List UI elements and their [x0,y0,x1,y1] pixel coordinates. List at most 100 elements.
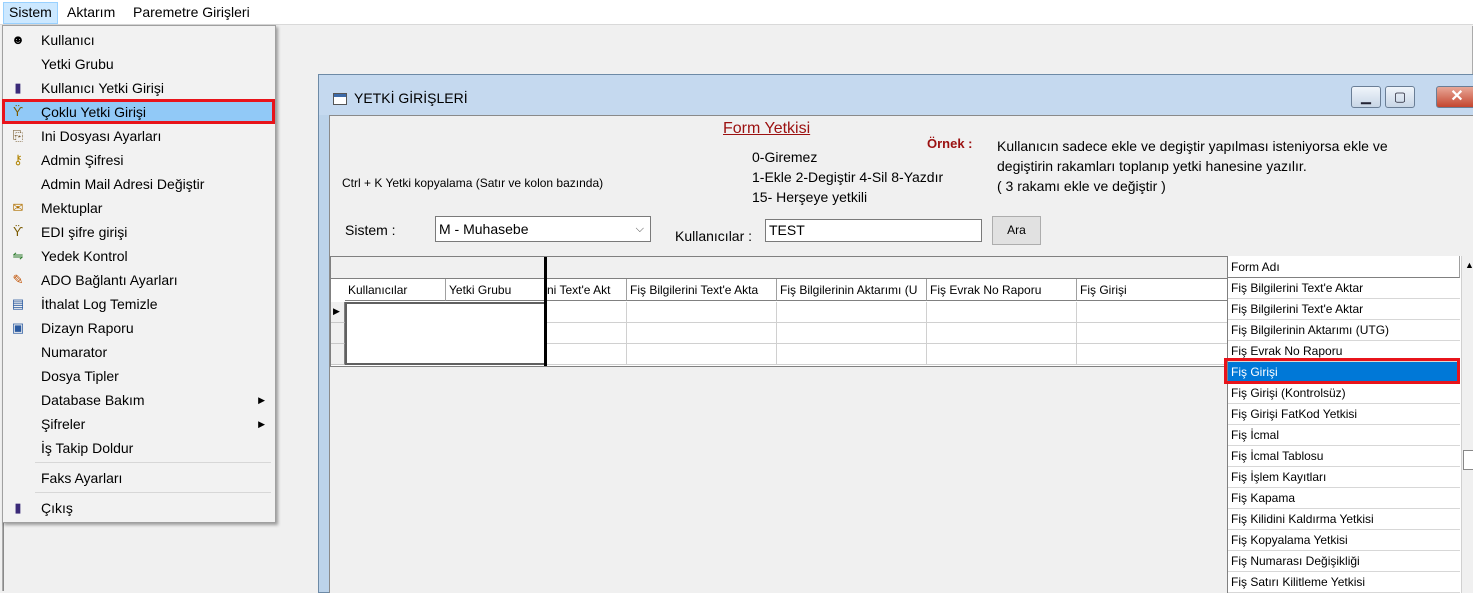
menu-item-yetki-grubu[interactable]: Yetki Grubu [5,53,273,75]
scrollbar-thumb[interactable] [1463,450,1473,470]
menu-sistem[interactable]: Sistem [3,2,58,24]
grid-cell[interactable] [777,344,927,365]
menu-item-label: Admin Mail Adresi Değiştir [41,176,205,192]
grid-header-col[interactable]: Fiş Girişi [1077,279,1228,301]
menu-item-mektuplar[interactable]: ✉ Mektuplar [5,197,273,219]
grid-cell[interactable] [547,302,627,323]
menubar: Sistem Aktarım Paremetre Girişleri [0,0,1473,25]
grid-cell[interactable] [927,302,1077,323]
grid-cell[interactable] [1077,344,1228,365]
log-clean-icon: ▤ [11,296,25,311]
window-icon [333,93,347,105]
grid-cell[interactable] [547,323,627,344]
menu-item-sifreler[interactable]: Şifreler ▶ [5,413,273,435]
grid-cell[interactable] [777,302,927,323]
list-item[interactable]: Fiş Kapama [1228,488,1460,509]
list-item[interactable]: Fiş Girişi FatKod Yetkisi [1228,404,1460,425]
menu-item-label: Mektuplar [41,200,103,216]
close-button[interactable]: ✕ [1436,86,1473,108]
list-item[interactable]: Fiş Evrak No Raporu [1228,341,1460,362]
menu-item-kullanici[interactable]: ☻ Kullanıcı [5,29,273,51]
kullanicilar-label: Kullanıcılar : [675,228,753,244]
form-yetkisi-title: Form Yetkisi [723,120,811,137]
menu-item-yedek-kontrol[interactable]: ⇋ Yedek Kontrol [5,245,273,267]
menu-item-dizayn-raporu[interactable]: ▣ Dizayn Raporu [5,317,273,339]
minimize-button[interactable]: ▁ [1351,86,1381,108]
menu-item-edi-sifre-girisi[interactable]: ϔ EDI şifre girişi [5,221,273,243]
grid-cell[interactable] [627,323,777,344]
list-item[interactable]: Fiş İcmal Tablosu [1228,446,1460,467]
list-scrollbar[interactable]: ▲ [1461,256,1473,593]
scroll-up-icon[interactable]: ▲ [1463,258,1473,272]
connection-icon: ✎ [12,272,24,287]
list-item-selected[interactable]: Fiş Girişi [1228,362,1460,383]
menu-item-label: Dosya Tipler [41,368,119,384]
grid-cell[interactable] [927,344,1077,365]
grid-header-col[interactable]: ni Text'e Akt [547,279,627,301]
frozen-column-divider [544,257,547,366]
menu-item-label: Ini Dosyası Ayarları [41,128,162,144]
list-item[interactable]: Fiş Satırı Kilitleme Yetkisi [1228,572,1460,593]
grid-header-col[interactable]: Fiş Evrak No Raporu [927,279,1077,301]
code-line: 0-Giremez [752,149,818,165]
sistem-combobox[interactable]: M - Muhasebe ⌵ [435,216,651,242]
menu-item-admin-sifresi[interactable]: ⚷ Admin Şifresi [5,149,273,171]
list-item[interactable]: Fiş Kopyalama Yetkisi [1228,530,1460,551]
menu-item-ithalat-log-temizle[interactable]: ▤ İthalat Log Temizle [5,293,273,315]
menu-item-dosya-tipler[interactable]: Dosya Tipler [5,365,273,387]
kullanicilar-input[interactable]: TEST [765,219,982,242]
report-design-icon: ▣ [11,320,25,335]
ara-button[interactable]: Ara [992,216,1041,245]
backup-icon: ⇋ [12,248,24,263]
menu-item-label: İthalat Log Temizle [41,296,158,312]
menu-item-is-takip-doldur[interactable]: İş Takip Doldur [5,437,273,459]
letter-icon: ✉ [12,200,24,215]
chevron-down-icon[interactable]: ⌵ [636,217,644,241]
grid-cell[interactable] [627,302,777,323]
row-header-current[interactable]: ▶ [331,302,345,323]
list-item[interactable]: Fiş İcmal [1228,425,1460,446]
menu-item-label: Çoklu Yetki Girişi [41,104,147,120]
list-item[interactable]: Fiş Kilidini Kaldırma Yetkisi [1228,509,1460,530]
menu-item-ado-baglanti-ayarlari[interactable]: ✎ ADO Bağlantı Ayarları [5,269,273,291]
row-header[interactable] [331,323,345,344]
menu-item-label: Çıkış [41,500,73,516]
window-title-bar[interactable]: YETKİ GİRİŞLERİ ▁ ▢ ✕ [319,75,1473,115]
grid-cell[interactable] [927,323,1077,344]
menu-aktarim[interactable]: Aktarım [62,2,120,22]
menu-item-kullanici-yetki-girisi[interactable]: ▮ Kullanıcı Yetki Girişi [5,77,273,99]
menu-item-label: ADO Bağlantı Ayarları [41,272,178,288]
form-adi-header[interactable]: Form Adı [1228,256,1460,278]
menu-item-ini-dosyasi-ayarlari[interactable]: ⎘ Ini Dosyası Ayarları [5,125,273,147]
grid-cell[interactable] [1077,323,1228,344]
maximize-button[interactable]: ▢ [1385,86,1415,108]
grid-band-header [331,257,1228,279]
grid-cell[interactable] [777,323,927,344]
menu-item-database-bakim[interactable]: Database Bakım ▶ [5,389,273,411]
sistem-value: M - Muhasebe [439,221,529,237]
grid-cell[interactable] [1077,302,1228,323]
menu-item-cikis[interactable]: ▮ Çıkış [5,497,273,519]
grid-header-kullanicilar[interactable]: Kullanıcılar [345,279,446,301]
list-item[interactable]: Fiş Bilgilerini Text'e Aktar [1228,278,1460,299]
menu-item-numarator[interactable]: Numarator [5,341,273,363]
list-item[interactable]: Fiş Bilgilerinin Aktarımı (UTG) [1228,320,1460,341]
grid-cell[interactable] [547,344,627,365]
list-item[interactable]: Fiş Girişi (Kontrolsüz) [1228,383,1460,404]
grid-header-col[interactable]: Fiş Bilgilerini Text'e Akta [627,279,777,301]
form-adi-list: Form Adı Fiş Bilgilerini Text'e Aktar Fi… [1227,256,1473,593]
list-item[interactable]: Fiş Numarası Değişikliği [1228,551,1460,572]
row-header[interactable] [331,344,345,365]
yetki-girisleri-window: YETKİ GİRİŞLERİ ▁ ▢ ✕ Form Yetkisi Örnek… [318,74,1473,593]
grid-user-cell[interactable] [345,302,547,365]
menu-item-label: Faks Ayarları [41,470,123,486]
menu-paremetre-girisleri[interactable]: Paremetre Girişleri [128,2,255,22]
list-item[interactable]: Fiş Bilgilerini Text'e Aktar [1228,299,1460,320]
menu-item-admin-mail-adresi[interactable]: Admin Mail Adresi Değiştir [5,173,273,195]
grid-header-yetki-grubu[interactable]: Yetki Grubu [446,279,547,301]
menu-item-coklu-yetki-girisi[interactable]: ϔ Çoklu Yetki Girişi [5,101,273,123]
grid-header-col[interactable]: Fiş Bilgilerinin Aktarımı (U [777,279,927,301]
menu-item-faks-ayarlari[interactable]: Faks Ayarları [5,467,273,489]
grid-cell[interactable] [627,344,777,365]
list-item[interactable]: Fiş İşlem Kayıtları [1228,467,1460,488]
